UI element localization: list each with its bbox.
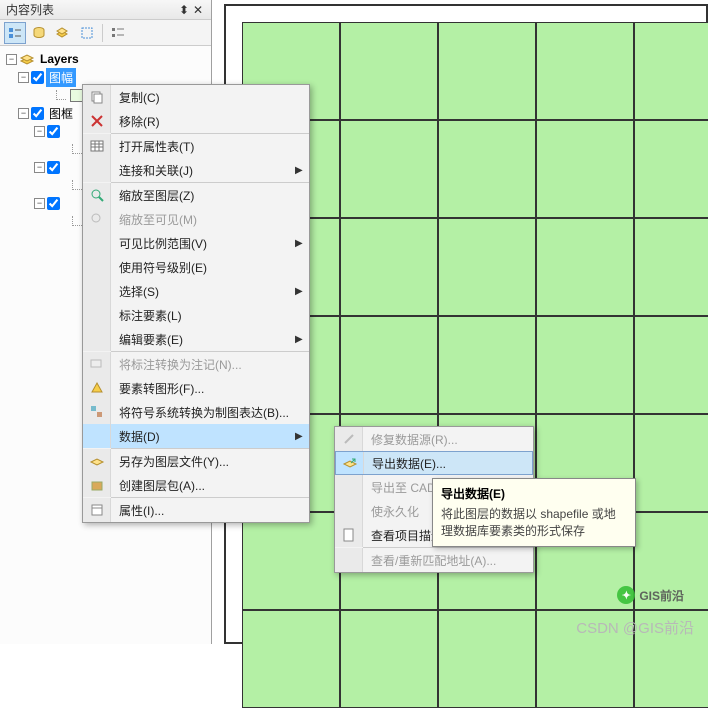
grid-cell bbox=[340, 120, 438, 218]
save-layer-icon bbox=[89, 453, 105, 469]
options-button[interactable] bbox=[107, 22, 129, 44]
layer-visibility-checkbox[interactable] bbox=[31, 107, 44, 120]
submenu-review-rematch-addresses: 查看/重新匹配地址(A)... bbox=[335, 548, 533, 572]
pin-icon[interactable]: ⬍ bbox=[177, 3, 191, 17]
list-by-visibility-button[interactable] bbox=[52, 22, 74, 44]
remove-icon bbox=[89, 113, 105, 129]
tooltip-body: 将此图层的数据以 shapefile 或地理数据库要素类的形式保存 bbox=[441, 506, 627, 540]
layer-visibility-checkbox[interactable] bbox=[47, 161, 60, 174]
menu-open-attribute-table[interactable]: 打开属性表(T) bbox=[83, 134, 309, 158]
menu-zoom-to-layer[interactable]: 缩放至图层(Z) bbox=[83, 183, 309, 207]
grid-cell bbox=[536, 22, 634, 120]
close-icon[interactable]: ✕ bbox=[191, 3, 205, 17]
submenu-export-data[interactable]: 导出数据(E)... bbox=[335, 451, 533, 475]
expander-icon[interactable]: − bbox=[6, 54, 17, 65]
grid-cell bbox=[634, 120, 708, 218]
toolbar-separator bbox=[102, 24, 103, 42]
menu-create-layer-package[interactable]: 创建图层包(A)... bbox=[83, 473, 309, 497]
layer-context-menu[interactable]: 复制(C) 移除(R) 打开属性表(T) 连接和关联(J)▶ 缩放至图层(Z) … bbox=[82, 84, 310, 523]
menu-zoom-to-visible: 缩放至可见(M) bbox=[83, 207, 309, 231]
expander-icon[interactable]: − bbox=[34, 198, 45, 209]
tree-root-layers[interactable]: − Layers bbox=[4, 50, 211, 68]
wechat-watermark: ✦ GIS前沿 bbox=[617, 586, 684, 604]
menu-convert-symbology-representation[interactable]: 将符号系统转换为制图表达(B)... bbox=[83, 400, 309, 424]
csdn-watermark: CSDN @GIS前沿 bbox=[576, 617, 694, 638]
grid-cell bbox=[438, 610, 536, 708]
tree-connector bbox=[72, 180, 82, 190]
toc-header: 内容列表 ⬍ ✕ bbox=[0, 0, 211, 20]
graphic-icon bbox=[89, 380, 105, 396]
tree-connector bbox=[56, 90, 66, 100]
grid-cell bbox=[634, 218, 708, 316]
menu-save-as-layer-file[interactable]: 另存为图层文件(Y)... bbox=[83, 449, 309, 473]
label-icon bbox=[89, 356, 105, 372]
grid-cell bbox=[536, 218, 634, 316]
menu-join-relate[interactable]: 连接和关联(J)▶ bbox=[83, 158, 309, 182]
grid-cell bbox=[438, 22, 536, 120]
grid-cell bbox=[438, 218, 536, 316]
list-by-selection-button[interactable] bbox=[76, 22, 98, 44]
list-by-source-button[interactable] bbox=[28, 22, 50, 44]
representation-icon bbox=[89, 404, 105, 420]
properties-icon bbox=[89, 502, 105, 518]
grid-cell bbox=[242, 610, 340, 708]
layer-visibility-checkbox[interactable] bbox=[31, 71, 44, 84]
menu-copy[interactable]: 复制(C) bbox=[83, 85, 309, 109]
menu-edit-features[interactable]: 编辑要素(E)▶ bbox=[83, 327, 309, 351]
grid-cell bbox=[242, 512, 340, 610]
expander-icon[interactable]: − bbox=[34, 126, 45, 137]
toc-toolbar bbox=[0, 20, 211, 46]
grid-cell bbox=[634, 414, 708, 512]
zoom-layer-icon bbox=[89, 187, 105, 203]
zoom-visible-icon bbox=[89, 211, 105, 227]
repair-icon bbox=[341, 431, 357, 447]
tree-root-label[interactable]: Layers bbox=[37, 51, 82, 67]
layers-icon bbox=[19, 51, 35, 67]
grid-cell bbox=[536, 316, 634, 414]
tooltip: 导出数据(E) 将此图层的数据以 shapefile 或地理数据库要素类的形式保… bbox=[432, 478, 636, 547]
menu-convert-features-graphics[interactable]: 要素转图形(F)... bbox=[83, 376, 309, 400]
grid-cell bbox=[438, 316, 536, 414]
tree-layer-2-label[interactable]: 图框 bbox=[46, 104, 76, 123]
submenu-repair-data-source: 修复数据源(R)... bbox=[335, 427, 533, 451]
grid-cell bbox=[340, 218, 438, 316]
menu-convert-labels-annotation: 将标注转换为注记(N)... bbox=[83, 352, 309, 376]
grid-cell bbox=[340, 316, 438, 414]
layer-visibility-checkbox[interactable] bbox=[47, 197, 60, 210]
tree-layer-1-label[interactable]: 图幅 bbox=[46, 68, 76, 87]
menu-properties[interactable]: 属性(I)... bbox=[83, 498, 309, 522]
tooltip-title: 导出数据(E) bbox=[441, 485, 627, 502]
wechat-icon: ✦ bbox=[617, 586, 635, 604]
grid-cell bbox=[340, 610, 438, 708]
list-by-drawing-order-button[interactable] bbox=[4, 22, 26, 44]
menu-remove[interactable]: 移除(R) bbox=[83, 109, 309, 133]
table-icon bbox=[89, 138, 105, 154]
menu-use-symbol-levels[interactable]: 使用符号级别(E) bbox=[83, 255, 309, 279]
menu-data[interactable]: 数据(D)▶ bbox=[83, 424, 309, 448]
package-icon bbox=[89, 477, 105, 493]
copy-icon bbox=[89, 89, 105, 105]
menu-visible-scale-range[interactable]: 可见比例范围(V)▶ bbox=[83, 231, 309, 255]
expander-icon[interactable]: − bbox=[34, 162, 45, 173]
tree-connector bbox=[72, 144, 82, 154]
expander-icon[interactable]: − bbox=[18, 72, 29, 83]
menu-label-features[interactable]: 标注要素(L) bbox=[83, 303, 309, 327]
grid-cell bbox=[634, 22, 708, 120]
grid-cell bbox=[536, 120, 634, 218]
doc-icon bbox=[341, 527, 357, 543]
export-icon bbox=[342, 455, 358, 471]
grid-cell bbox=[340, 22, 438, 120]
expander-icon[interactable]: − bbox=[18, 108, 29, 119]
layer-visibility-checkbox[interactable] bbox=[47, 125, 60, 138]
menu-selection[interactable]: 选择(S)▶ bbox=[83, 279, 309, 303]
grid-cell bbox=[634, 316, 708, 414]
grid-cell bbox=[438, 120, 536, 218]
toc-title: 内容列表 bbox=[6, 1, 177, 18]
tree-connector bbox=[72, 216, 82, 226]
